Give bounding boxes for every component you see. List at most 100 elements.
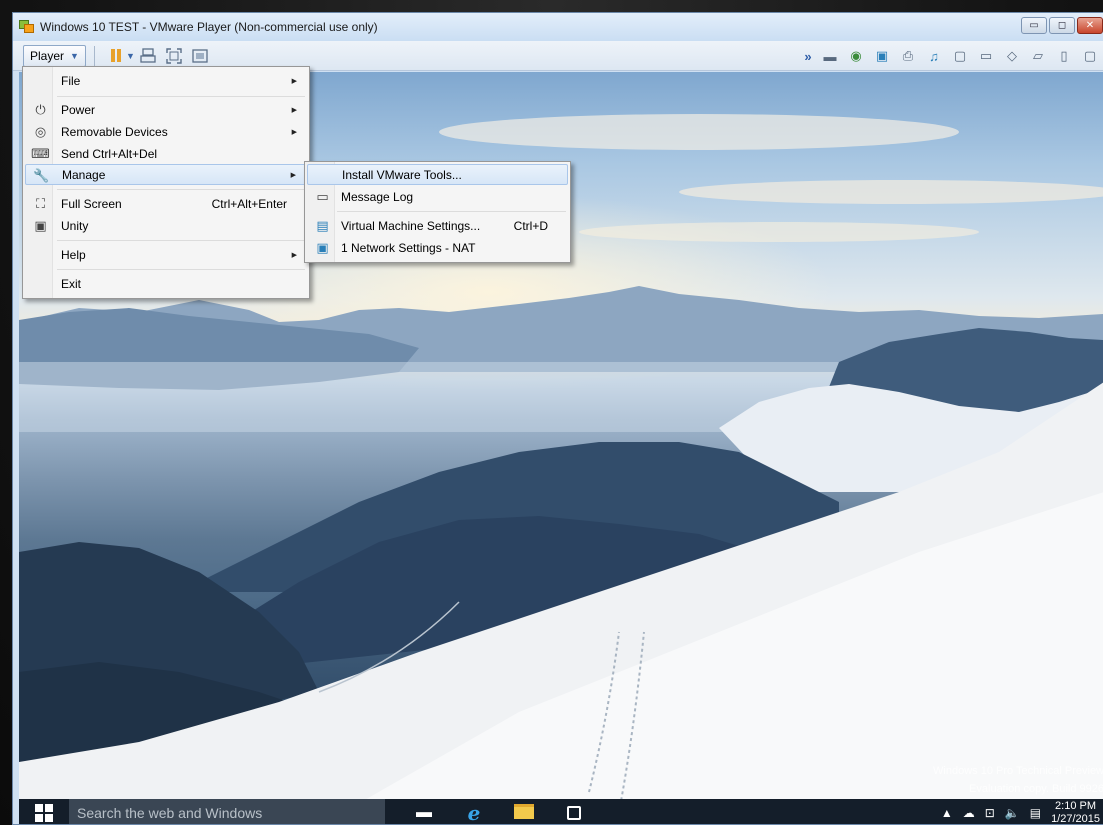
- fullscreen-icon: ⛶: [35, 195, 46, 211]
- toolbar-divider: [93, 45, 95, 66]
- submenu-arrow-icon: ▶: [291, 251, 297, 259]
- task-view-icon: ▬: [416, 803, 432, 821]
- menu-item-install-vmware-tools[interactable]: Install VMware Tools...: [307, 164, 568, 185]
- submenu-arrow-icon: ▶: [291, 128, 297, 136]
- network-icon: ▣: [316, 239, 329, 255]
- send-ctrl-alt-del-button[interactable]: [140, 47, 156, 64]
- pause-icon: [110, 49, 121, 62]
- menu-item-virtual-machine-settings[interactable]: ▤ Virtual Machine Settings... Ctrl+D: [307, 215, 568, 236]
- menu-separator: [57, 240, 305, 241]
- file-explorer-button[interactable]: [499, 799, 549, 824]
- close-button[interactable]: ✕: [1077, 17, 1103, 34]
- full-screen-button[interactable]: [166, 47, 182, 64]
- menu-item-label: Power: [61, 102, 96, 117]
- message-log-icon: ▭: [316, 188, 329, 204]
- menu-item-label: Manage: [62, 167, 106, 182]
- vm-settings-icon: ▤: [316, 217, 329, 233]
- menu-item-label: Removable Devices: [61, 124, 168, 139]
- taskbar-search-input[interactable]: Search the web and Windows: [69, 799, 385, 824]
- menu-item-exit[interactable]: Exit: [25, 273, 307, 294]
- start-button[interactable]: [19, 799, 69, 824]
- windows-logo-icon: [35, 803, 53, 822]
- internet-explorer-icon: e: [467, 800, 481, 825]
- menu-separator: [57, 189, 305, 190]
- menu-item-file[interactable]: File ▶: [25, 70, 307, 91]
- unity-icon: ▣: [34, 217, 47, 233]
- vmware-app-icon: [19, 20, 35, 34]
- onedrive-icon[interactable]: ☁: [963, 806, 975, 820]
- menu-item-label: Full Screen: [61, 196, 122, 211]
- clock-date: 1/27/2015: [1051, 812, 1100, 825]
- maximize-button[interactable]: ◻: [1049, 17, 1075, 34]
- menu-item-label: Help: [61, 247, 86, 262]
- message-icon[interactable]: ▢: [1079, 47, 1101, 65]
- power-options-dropdown-icon[interactable]: ▼: [126, 51, 135, 61]
- menu-item-full-screen[interactable]: ⛶ Full Screen Ctrl+Alt+Enter: [25, 193, 307, 214]
- cd-dvd-icon[interactable]: ◉: [845, 47, 867, 65]
- taskbar-clock[interactable]: 2:10 PM 1/27/2015: [1051, 800, 1100, 825]
- usb-drive-icon[interactable]: ▯: [1053, 47, 1075, 65]
- hard-disk-icon[interactable]: ▬: [819, 47, 841, 65]
- minimize-icon: ▭: [1029, 20, 1039, 31]
- internet-explorer-button[interactable]: e: [449, 799, 499, 825]
- title-bar[interactable]: Windows 10 TEST - VMware Player (Non-com…: [13, 13, 1103, 41]
- action-center-icon[interactable]: ▤: [1030, 806, 1041, 820]
- menu-item-send-ctrl-alt-del[interactable]: ⌨ Send Ctrl+Alt+Del: [25, 143, 307, 164]
- folder-icon: [514, 804, 534, 819]
- volume-icon[interactable]: 🔈: [1005, 806, 1020, 820]
- clock-time: 2:10 PM: [1055, 799, 1097, 812]
- unity-icon: [192, 48, 208, 63]
- double-chevron-right-icon[interactable]: »: [801, 47, 815, 65]
- menu-separator: [337, 211, 566, 212]
- menu-item-message-log[interactable]: ▭ Message Log: [307, 186, 568, 207]
- task-view-button[interactable]: ▬: [399, 799, 449, 824]
- player-menu: File ▶ ⏻ Power ▶ ◎ Removable Devices ▶ ⌨…: [22, 66, 310, 299]
- close-icon: ✕: [1085, 20, 1095, 31]
- printer-icon[interactable]: ⎙: [897, 47, 919, 65]
- network-icon[interactable]: ⊡: [985, 806, 995, 820]
- usb-device-icon[interactable]: ◇: [1001, 47, 1023, 65]
- menu-item-label: Unity: [61, 218, 89, 233]
- watermark-build: Evaluation copy. Build 9926: [969, 783, 1103, 795]
- menu-item-removable-devices[interactable]: ◎ Removable Devices ▶: [25, 121, 307, 142]
- fullscreen-icon: [166, 47, 182, 64]
- submenu-arrow-icon: ▶: [291, 106, 297, 114]
- menu-item-label: Virtual Machine Settings...: [341, 218, 481, 233]
- system-tray: ▲ ☁ ⊡ 🔈 ▤ 2:10 PM 1/27/2015: [941, 799, 1103, 825]
- removable-devices-icon: ◎: [34, 123, 47, 139]
- menu-item-shortcut: Ctrl+D: [513, 218, 548, 233]
- menu-item-label: Install VMware Tools...: [342, 167, 462, 182]
- pause-button[interactable]: [108, 48, 124, 64]
- window-title: Windows 10 TEST - VMware Player (Non-com…: [40, 20, 378, 34]
- maximize-icon: ◻: [1057, 20, 1067, 31]
- menu-separator: [57, 96, 305, 97]
- store-button[interactable]: [549, 799, 599, 824]
- menu-item-shortcut: Ctrl+Alt+Enter: [211, 196, 287, 211]
- manage-submenu: Install VMware Tools... ▭ Message Log ▤ …: [304, 161, 571, 263]
- wrench-icon: 🔧: [33, 167, 50, 183]
- show-hidden-icons-icon[interactable]: ▲: [941, 806, 953, 820]
- submenu-arrow-icon: ▶: [290, 171, 296, 179]
- display-icon[interactable]: ▭: [975, 47, 997, 65]
- keyboard-icon: [140, 47, 156, 63]
- menu-item-power[interactable]: ⏻ Power ▶: [25, 99, 307, 120]
- store-icon: [567, 805, 581, 820]
- menu-item-network-settings[interactable]: ▣ 1 Network Settings - NAT: [307, 237, 568, 258]
- menu-item-label: 1 Network Settings - NAT: [341, 240, 476, 255]
- menu-item-help[interactable]: Help ▶: [25, 244, 307, 265]
- menu-item-label: File: [61, 73, 81, 88]
- menu-item-unity[interactable]: ▣ Unity: [25, 215, 307, 236]
- sound-card-icon[interactable]: ♫: [923, 47, 945, 65]
- floppy-icon[interactable]: ▢: [949, 47, 971, 65]
- device-icons: » ▬ ◉ ▣ ⎙ ♫ ▢ ▭ ◇ ▱ ▯ ▢: [801, 41, 1103, 71]
- unity-button[interactable]: [192, 48, 208, 64]
- player-menu-button[interactable]: Player ▼: [23, 44, 86, 67]
- player-menu-label: Player: [30, 48, 65, 63]
- screen-background: Windows 10 TEST - VMware Player (Non-com…: [0, 0, 1103, 825]
- network-adapter-icon[interactable]: ▣: [871, 47, 893, 65]
- menu-item-manage[interactable]: 🔧 Manage ▶: [25, 164, 307, 185]
- camera-icon[interactable]: ▱: [1027, 47, 1049, 65]
- windows-taskbar: Search the web and Windows ▬ e ▲ ☁ ⊡ 🔈 ▤…: [19, 799, 1103, 825]
- keyboard-icon: ⌨: [31, 145, 50, 161]
- minimize-button[interactable]: ▭: [1021, 17, 1047, 34]
